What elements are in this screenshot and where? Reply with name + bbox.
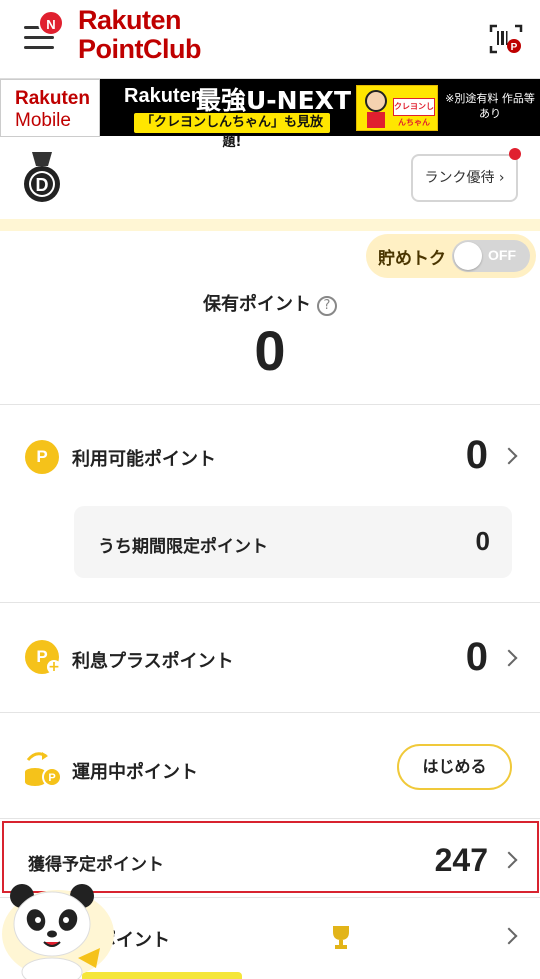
rank-notification-dot — [509, 148, 521, 160]
investing-points-label: 運用中ポイント — [72, 762, 198, 783]
available-points-label: 利用可能ポイント — [72, 449, 216, 470]
panda-mascot-icon[interactable] — [0, 874, 116, 979]
promo-banner[interactable]: Rakuten Mobile Rakuten 最強U-NEXT 「クレヨンしんち… — [0, 78, 540, 150]
rank-benefits-button[interactable]: ランク優待 › — [411, 154, 518, 202]
divider — [0, 818, 540, 819]
chevron-right-icon — [500, 447, 518, 465]
savings-toggle-container: 貯めトク OFF — [366, 234, 536, 278]
available-points-value: 0 — [465, 433, 488, 477]
svg-text:P: P — [511, 42, 518, 53]
point-coin-icon: P — [25, 440, 59, 474]
point-card-scan-icon[interactable]: P — [489, 24, 523, 54]
divider — [0, 602, 540, 603]
divider — [0, 712, 540, 713]
notification-badge: N — [38, 10, 64, 36]
rank-benefits-label: ランク優待 — [424, 170, 495, 186]
held-points-heading: 保有ポイント? — [0, 290, 540, 316]
logo-line-2: PointClub — [78, 34, 201, 64]
help-icon[interactable]: ? — [317, 296, 337, 316]
toggle-state: OFF — [488, 247, 516, 263]
savings-toggle[interactable]: OFF — [452, 240, 530, 272]
rakuten-pointclub-logo[interactable]: Rakuten PointClub — [78, 6, 201, 64]
held-points-value: 0 — [254, 319, 286, 382]
plus-icon: + — [47, 659, 61, 675]
banner-character-image: クレヨンしんちゃん — [356, 85, 438, 131]
banner-note: ※別途有料 作品等あり — [445, 92, 535, 120]
mobile-logo-line-2: Mobile — [15, 110, 71, 131]
svg-text:P: P — [48, 772, 55, 784]
rank-letter: D — [36, 175, 49, 195]
section-strip — [0, 219, 540, 231]
banner-subtitle: 「クレヨンしんちゃん」も見放題! — [134, 113, 330, 150]
toggle-knob — [454, 242, 482, 270]
chevron-right-icon — [500, 649, 518, 667]
rakuten-mobile-logo: Rakuten Mobile — [0, 79, 100, 137]
chevron-right-icon — [500, 927, 518, 945]
investment-coins-icon: P — [22, 748, 62, 788]
chevron-right-icon: › — [498, 170, 505, 186]
interest-points-label: 利息プラスポイント — [72, 651, 234, 672]
start-investing-button[interactable]: はじめる — [397, 744, 512, 790]
limited-points-box: うち期間限定ポイント 0 — [74, 506, 512, 578]
app-header: N Rakuten PointClub P — [0, 0, 540, 78]
logo-line-1: Rakuten — [78, 5, 182, 35]
rank-medal-icon[interactable]: D — [20, 152, 64, 204]
divider — [0, 404, 540, 405]
banner-brand: Rakuten — [124, 85, 203, 107]
mobile-logo-line-1: Rakuten — [15, 88, 90, 109]
held-points-label: 保有ポイント — [203, 294, 311, 315]
savings-label: 貯めトク — [378, 249, 446, 269]
character-body — [367, 112, 385, 128]
trophy-icon — [330, 924, 352, 950]
interest-points-value: 0 — [465, 635, 488, 679]
limited-points-value: 0 — [475, 526, 490, 556]
banner-art-label: クレヨンしんちゃん — [393, 98, 435, 127]
character-face — [365, 90, 387, 112]
limited-points-label: うち期間限定ポイント — [98, 537, 268, 557]
banner-title: 最強U-NEXT — [196, 86, 352, 115]
